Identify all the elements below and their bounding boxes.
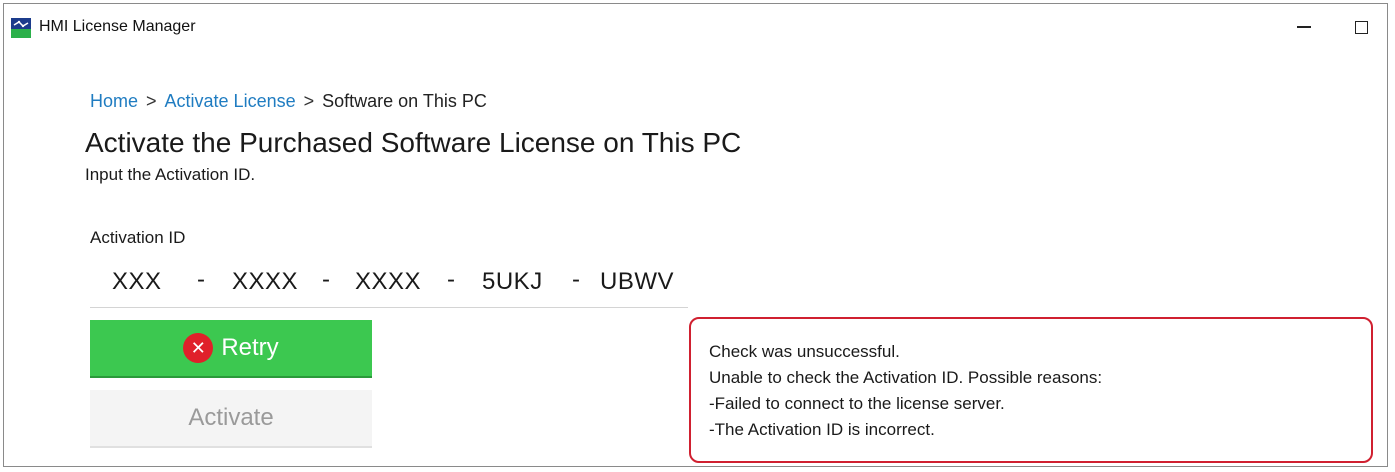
maximize-button[interactable] xyxy=(1339,12,1383,42)
app-window: HMI License Manager Home > Activate Licens… xyxy=(3,3,1388,467)
activation-id-separator: - xyxy=(572,266,580,293)
activation-id-segment-5[interactable]: UBWV xyxy=(600,268,674,296)
activate-button-label: Activate xyxy=(188,404,274,431)
breadcrumb-home-link[interactable]: Home xyxy=(90,91,138,111)
error-x-icon: ✕ xyxy=(183,333,214,363)
title-bar: HMI License Manager xyxy=(4,4,1387,48)
activation-id-separator: - xyxy=(447,266,455,293)
error-message-line: -The Activation ID is incorrect. xyxy=(709,420,935,439)
page-subtitle: Input the Activation ID. xyxy=(85,165,256,184)
error-message-line: Unable to check the Activation ID. Possi… xyxy=(709,368,1103,387)
error-message-line: Check was unsuccessful. xyxy=(709,342,900,361)
activation-id-segment-2[interactable]: XXXX xyxy=(232,268,298,296)
breadcrumb-activate-license-link[interactable]: Activate License xyxy=(165,91,296,111)
activation-id-label: Activation ID xyxy=(90,228,186,247)
activation-id-segment-4[interactable]: 5UKJ xyxy=(482,268,543,296)
window-title: HMI License Manager xyxy=(39,18,196,35)
activation-id-segment-1[interactable]: XXX xyxy=(112,268,162,296)
breadcrumb-separator: > xyxy=(146,91,157,111)
activation-id-separator: - xyxy=(197,266,205,293)
minimize-icon xyxy=(1297,26,1311,28)
retry-button[interactable]: ✕ Retry xyxy=(90,320,372,378)
activation-id-field[interactable]: XXX - XXXX - XXXX - 5UKJ - UBWV xyxy=(90,262,688,308)
activation-id-separator: - xyxy=(322,266,330,293)
error-message-box: Check was unsuccessful. Unable to check … xyxy=(689,317,1373,463)
page-title: Activate the Purchased Software License … xyxy=(85,127,742,158)
breadcrumb: Home > Activate License > Software on This P… xyxy=(90,91,487,112)
maximize-icon xyxy=(1354,20,1368,34)
hmi-app-icon xyxy=(11,18,31,38)
activation-id-segment-3[interactable]: XXXX xyxy=(355,268,421,296)
retry-button-label: Retry xyxy=(221,334,279,361)
activate-button[interactable]: Activate xyxy=(90,390,372,448)
breadcrumb-current: Software on This PC xyxy=(322,91,487,111)
breadcrumb-separator: > xyxy=(303,91,315,111)
error-message-line: -Failed to connect to the license server… xyxy=(709,394,1005,413)
minimize-button[interactable] xyxy=(1282,12,1326,42)
